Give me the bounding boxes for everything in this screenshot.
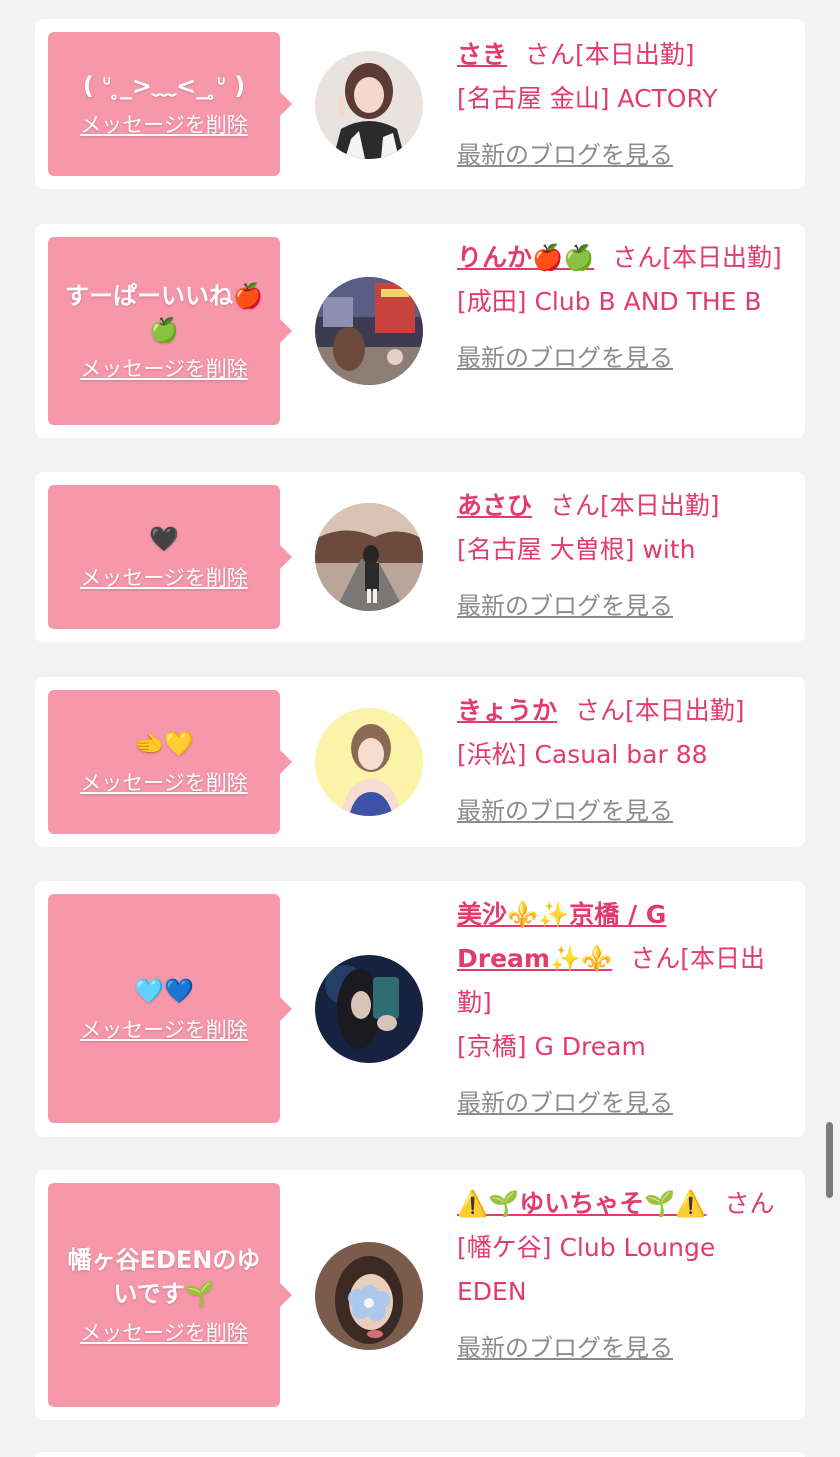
delete-message-link[interactable]: メッセージを削除 <box>80 109 248 139</box>
message-card: 幡ヶ谷EDENのゆいです🌱 メッセージを削除 ⚠️🌱ゆいちゃそ🌱⚠️ さん [幡ケ… <box>35 1170 805 1420</box>
latest-blog-link[interactable]: 最新のブログを見る <box>457 336 673 380</box>
latest-blog-link[interactable]: 最新のブログを見る <box>457 1326 673 1370</box>
message-text: すーぱーいいね🍎🍏 <box>65 282 263 344</box>
message-card: すーぱーいいね🍎🍏 メッセージを削除 りんか🍎🍏 さん[本日出勤] [成田] Cl… <box>35 224 805 438</box>
avatar[interactable] <box>315 708 423 816</box>
latest-blog-link[interactable]: 最新のブログを見る <box>457 789 673 833</box>
cast-info: あさひ さん[本日出勤] [名古屋 大曽根] with 最新のブログを見る <box>457 484 792 628</box>
shop-name: [名古屋 金山] ACTORY <box>457 84 718 113</box>
latest-blog-link[interactable]: 最新のブログを見る <box>457 584 673 628</box>
cast-status: さん <box>724 1189 775 1218</box>
avatar[interactable] <box>315 51 423 159</box>
cast-status: さん[本日出勤] <box>575 696 745 725</box>
message-card: 🫲💛 メッセージを削除 きょうか さん[本日出勤] [浜松] Casual bar… <box>35 677 805 847</box>
shop-name: [浜松] Casual bar 88 <box>457 740 708 769</box>
avatar[interactable] <box>315 1242 423 1350</box>
cast-name-link[interactable]: あさひ <box>457 491 532 520</box>
message-card: 🩵💙 メッセージを削除 美沙⚜️✨京橋 / G Dream✨⚜️ さん[本日出勤]… <box>35 881 805 1137</box>
message-text: 🫲💛 <box>134 730 194 758</box>
cast-info: りんか🍎🍏 さん[本日出勤] [成田] Club B AND THE B 最新のブ… <box>457 236 792 380</box>
shop-name: [幡ケ谷] Club Lounge EDEN <box>457 1233 716 1306</box>
avatar[interactable] <box>315 503 423 611</box>
cast-info: さき さん[本日出勤] [名古屋 金山] ACTORY 最新のブログを見る <box>457 33 792 177</box>
message-card: ( ᐡ ̥_>﹏<_ ̥ᐡ ) メッセージを削除 さき さん[本日出勤] [名古屋… <box>35 19 805 189</box>
latest-blog-link[interactable]: 最新のブログを見る <box>457 133 673 177</box>
delete-message-link[interactable]: メッセージを削除 <box>80 562 248 592</box>
cast-status: さん[本日出勤] <box>525 40 695 69</box>
cast-name-link[interactable]: りんか🍎🍏 <box>457 243 594 272</box>
message-bubble: 幡ヶ谷EDENのゆいです🌱 メッセージを削除 <box>48 1183 292 1407</box>
message-text: 🩵💙 <box>134 976 194 1005</box>
message-bubble: 🫲💛 メッセージを削除 <box>48 690 292 834</box>
avatar[interactable] <box>315 955 423 1063</box>
cast-info: 美沙⚜️✨京橋 / G Dream✨⚜️ さん[本日出勤] [京橋] G Drea… <box>457 893 792 1125</box>
message-text: 🖤 <box>149 525 179 553</box>
cast-name-link[interactable]: ⚠️🌱ゆいちゃそ🌱⚠️ <box>457 1189 707 1218</box>
delete-message-link[interactable]: メッセージを削除 <box>80 767 248 797</box>
message-card-partial <box>35 1452 805 1457</box>
cast-info: きょうか さん[本日出勤] [浜松] Casual bar 88 最新のブログを見… <box>457 689 792 833</box>
cast-status: さん[本日出勤] <box>550 491 720 520</box>
delete-message-link[interactable]: メッセージを削除 <box>80 353 248 383</box>
latest-blog-link[interactable]: 最新のブログを見る <box>457 1081 673 1125</box>
message-text: 幡ヶ谷EDENのゆいです🌱 <box>67 1246 261 1308</box>
shop-name: [京橋] G Dream <box>457 1032 646 1061</box>
message-bubble: 🩵💙 メッセージを削除 <box>48 894 292 1123</box>
shop-name: [成田] Club B AND THE B <box>457 287 762 316</box>
delete-message-link[interactable]: メッセージを削除 <box>80 1014 248 1044</box>
avatar[interactable] <box>315 277 423 385</box>
message-text: ( ᐡ ̥_>﹏<_ ̥ᐡ ) <box>82 72 246 100</box>
cast-status: さん[本日出勤] <box>612 243 782 272</box>
message-bubble: 🖤 メッセージを削除 <box>48 485 292 629</box>
cast-name-link[interactable]: きょうか <box>457 696 557 725</box>
cast-name-link[interactable]: さき <box>457 40 507 69</box>
message-bubble: ( ᐡ ̥_>﹏<_ ̥ᐡ ) メッセージを削除 <box>48 32 292 176</box>
delete-message-link[interactable]: メッセージを削除 <box>80 1317 248 1347</box>
cast-info: ⚠️🌱ゆいちゃそ🌱⚠️ さん [幡ケ谷] Club Lounge EDEN 最新の… <box>457 1182 792 1370</box>
scrollbar[interactable] <box>826 1122 833 1198</box>
message-bubble: すーぱーいいね🍎🍏 メッセージを削除 <box>48 237 292 425</box>
shop-name: [名古屋 大曽根] with <box>457 535 696 564</box>
message-card: 🖤 メッセージを削除 あさひ さん[本日出勤] [名古屋 大曽根] with 最新… <box>35 472 805 642</box>
